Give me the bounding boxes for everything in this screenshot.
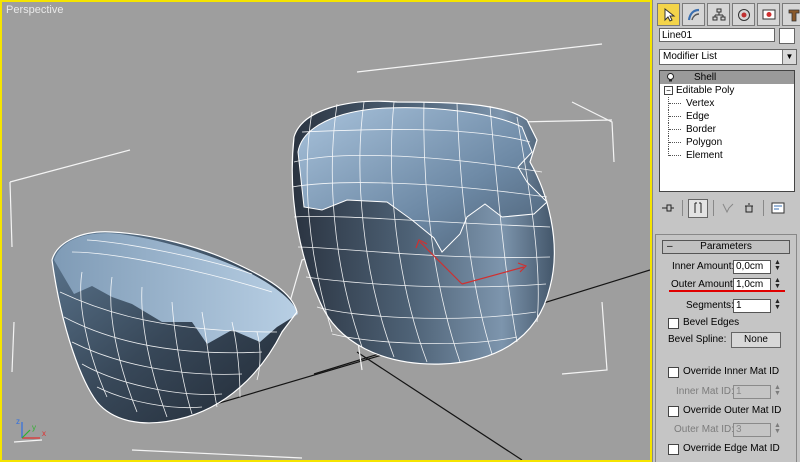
object-name-row: Line01: [659, 28, 795, 44]
tree-line: [668, 123, 681, 136]
stack-item-element[interactable]: Element: [660, 149, 794, 162]
toolbar-divider: [682, 200, 683, 216]
outer-mat-id-spinner-icon[interactable]: ▲ ▼: [773, 422, 782, 437]
tree-line: [668, 136, 681, 149]
outer-mat-id-label: Outer Mat ID:: [674, 424, 735, 435]
segments-spinner-icon[interactable]: ▲ ▼: [773, 298, 782, 313]
toolbar-divider: [713, 200, 714, 216]
bevel-edges-checkbox[interactable]: [668, 318, 679, 329]
scene-canvas[interactable]: z x y: [2, 2, 650, 460]
large-egg-shell: [291, 100, 555, 365]
display-tab-icon[interactable]: [757, 3, 780, 26]
object-color-swatch[interactable]: [779, 28, 795, 44]
modifier-list-value: Modifier List: [663, 51, 717, 62]
outer-amount-highlight-line: [669, 290, 785, 292]
perspective-viewport[interactable]: Perspective z x y: [0, 0, 652, 462]
parameters-title: Parameters: [700, 241, 752, 252]
lightbulb-icon[interactable]: [666, 73, 675, 82]
bevel-edges-label: Bevel Edges: [683, 317, 740, 328]
stack-item-editable-poly[interactable]: − Editable Poly: [660, 84, 794, 97]
chevron-down-icon[interactable]: ▼: [782, 50, 796, 64]
modifier-list-dropdown[interactable]: Modifier List ▼: [659, 49, 797, 65]
hierarchy-tab-icon[interactable]: [707, 3, 730, 26]
tree-line: [668, 97, 681, 110]
stack-item-polygon[interactable]: Polygon: [660, 136, 794, 149]
tree-line: [668, 110, 681, 123]
stack-item-shell[interactable]: Shell: [660, 71, 794, 84]
override-inner-mat-id-checkbox[interactable]: [668, 367, 679, 378]
bevel-spline-button[interactable]: None: [731, 332, 781, 348]
stack-item-border[interactable]: Border: [660, 123, 794, 136]
motion-tab-icon[interactable]: [732, 3, 755, 26]
override-inner-mat-id-label: Override Inner Mat ID: [683, 366, 780, 377]
small-egg-shell: [51, 231, 298, 424]
configure-modifier-sets-icon[interactable]: [769, 200, 787, 217]
axis-y-label: y: [32, 423, 36, 432]
bevel-spline-label: Bevel Spline:: [668, 334, 727, 345]
segments-label: Segments:: [686, 300, 734, 311]
collapse-icon[interactable]: −: [664, 86, 673, 95]
create-tab-icon[interactable]: [657, 3, 680, 26]
show-end-result-icon[interactable]: [688, 198, 708, 218]
outer-mat-id-field[interactable]: 3: [733, 423, 771, 437]
remove-modifier-icon[interactable]: [740, 200, 758, 217]
segments-field[interactable]: 1: [733, 299, 771, 313]
toolbar-divider: [763, 200, 764, 216]
collapse-minus-icon: –: [667, 241, 673, 252]
pin-stack-icon[interactable]: [659, 200, 677, 217]
command-panel-tabs: [657, 3, 800, 27]
parameters-rollout-header[interactable]: – Parameters: [662, 240, 790, 254]
inner-amount-label: Inner Amount:: [672, 261, 735, 272]
stack-toolbar: [659, 198, 795, 218]
axis-tripod-icon: [21, 422, 40, 439]
override-outer-mat-id-label: Override Outer Mat ID: [683, 405, 782, 416]
make-unique-icon[interactable]: [719, 200, 737, 217]
override-outer-mat-id-checkbox[interactable]: [668, 406, 679, 417]
inner-amount-spinner-icon[interactable]: ▲ ▼: [773, 259, 782, 274]
override-edge-mat-id-label: Override Edge Mat ID: [683, 443, 780, 454]
axis-x-label: x: [42, 429, 46, 438]
inner-mat-id-spinner-icon[interactable]: ▲ ▼: [773, 384, 782, 399]
inner-mat-id-field[interactable]: 1: [733, 385, 771, 399]
override-edge-mat-id-checkbox[interactable]: [668, 444, 679, 455]
inner-mat-id-label: Inner Mat ID:: [676, 386, 734, 397]
stack-item-vertex[interactable]: Vertex: [660, 97, 794, 110]
axis-z-label: z: [16, 417, 20, 426]
modifier-stack[interactable]: Shell − Editable Poly Vertex Edge Border…: [659, 70, 795, 192]
modify-tab-icon[interactable]: [682, 3, 705, 26]
tree-line: [668, 149, 681, 156]
utilities-tab-icon[interactable]: [782, 3, 800, 26]
stack-item-edge[interactable]: Edge: [660, 110, 794, 123]
inner-amount-field[interactable]: 0,0cm: [733, 260, 771, 274]
object-name-field[interactable]: Line01: [659, 28, 775, 42]
